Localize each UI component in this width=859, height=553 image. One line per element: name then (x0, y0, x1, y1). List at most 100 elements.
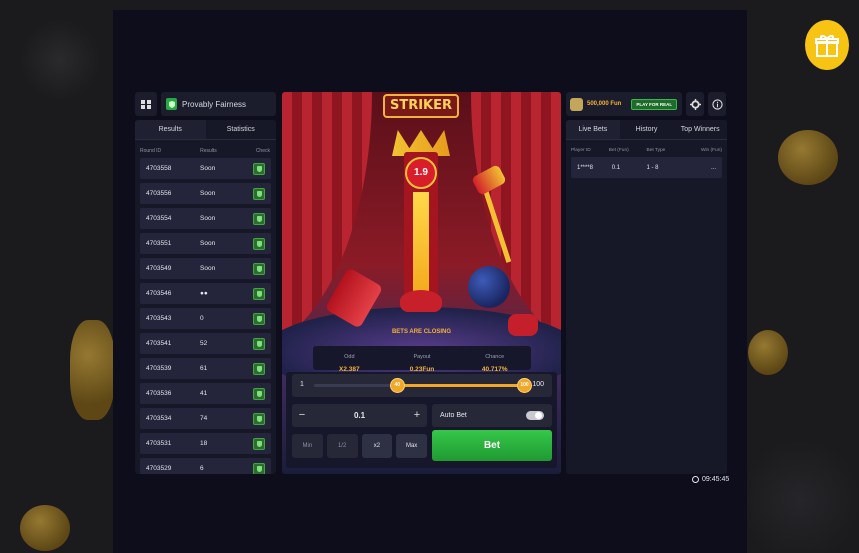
table-row: 4703558 Soon (140, 158, 271, 179)
bet-player: 1****8 (577, 164, 594, 171)
bet-row: 1****8 0.1 1 - 8 ... (571, 157, 722, 178)
odd-block: Odd X2.387 (313, 346, 386, 373)
auto-bet-label: Auto Bet (440, 412, 467, 419)
tab-live-bets[interactable]: Live Bets (566, 120, 620, 139)
table-row: 4703551 Soon (140, 233, 271, 254)
striker-logo: STRIKER (383, 94, 459, 118)
bet-status: BETS ARE CLOSING (391, 329, 452, 335)
round-id: 4703556 (146, 190, 172, 197)
clock-icon (692, 476, 699, 483)
results-panel: Results Statistics Round ID Results Chec… (135, 120, 276, 474)
round-result: 6 (200, 465, 204, 472)
quick-amount-buttons: Min 1/2 x2 Max (292, 434, 427, 458)
round-result: Soon (200, 190, 216, 197)
min-button[interactable]: Min (292, 434, 323, 458)
tab-history[interactable]: History (620, 120, 674, 139)
col-player-id: Player ID (571, 148, 591, 153)
check-icon[interactable] (253, 337, 265, 350)
table-row: 4703546 ●● (140, 283, 271, 304)
table-row: 4703529 6 (140, 458, 271, 474)
decor-coin (748, 330, 788, 375)
table-row: 4703543 0 (140, 308, 271, 329)
round-result: 52 (200, 340, 208, 347)
max-button[interactable]: Max (396, 434, 427, 458)
play-for-real-button[interactable]: PLAY FOR REAL (631, 98, 678, 110)
multiplier-display: 1.9 (405, 157, 437, 189)
check-icon[interactable] (253, 162, 265, 175)
check-icon[interactable] (253, 412, 265, 425)
col-win: Win (Fun) (700, 148, 722, 153)
range-min: 1 (300, 381, 304, 388)
check-icon[interactable] (253, 312, 265, 325)
bets-columns: Player ID Bet (Fun) Bet Type Win (Fun) (566, 140, 727, 157)
bets-tabs: Live Bets History Top Winners (566, 120, 727, 140)
tab-results[interactable]: Results (135, 120, 206, 139)
slider-knob-low[interactable]: 40 (389, 378, 405, 393)
check-icon[interactable] (253, 387, 265, 400)
round-result: 74 (200, 415, 208, 422)
check-icon[interactable] (253, 437, 265, 450)
left-header: Provably Fairness (135, 92, 276, 116)
table-row: 4703554 Soon (140, 208, 271, 229)
col-bet: Bet (Fun) (608, 148, 629, 153)
clock-time: 09:45:45 (702, 476, 730, 483)
check-icon[interactable] (253, 362, 265, 375)
check-icon[interactable] (253, 462, 265, 474)
results-tabs: Results Statistics (135, 120, 276, 140)
game-area: STRIKER 1.9 BETS ARE CLOSING Odd X2.387 … (282, 92, 561, 474)
decrease-button[interactable]: − (292, 404, 312, 427)
round-id: 4703529 (146, 465, 172, 472)
round-id: 4703554 (146, 215, 172, 222)
range-max: 100 (532, 381, 544, 388)
shield-icon (166, 98, 177, 110)
slider-knob-high[interactable]: 100 (517, 378, 532, 393)
auto-bet[interactable]: Auto Bet (432, 404, 552, 427)
table-row: 4703531 18 (140, 433, 271, 454)
round-result: 18 (200, 440, 208, 447)
bet-button[interactable]: Bet (432, 430, 552, 461)
check-icon[interactable] (253, 262, 265, 275)
info-icon[interactable] (708, 92, 726, 116)
tab-statistics[interactable]: Statistics (206, 120, 277, 139)
bet-amount-field: − 0.1 + (292, 404, 427, 427)
auto-bet-toggle[interactable] (526, 411, 544, 420)
right-header: 500,000 Fun PLAY FOR REAL (566, 92, 726, 116)
col-round-id: Round ID (140, 148, 162, 154)
check-icon[interactable] (253, 237, 265, 250)
slider-fill (396, 384, 524, 387)
round-id: 4703531 (146, 440, 172, 447)
fairness-label: Provably Fairness (182, 99, 247, 109)
half-button[interactable]: 1/2 (326, 434, 358, 458)
round-id: 4703536 (146, 390, 172, 397)
gear-icon[interactable] (686, 92, 704, 116)
table-row: 4703534 74 (140, 408, 271, 429)
range-slider[interactable]: 1 40 100 100 (292, 374, 552, 397)
bet-amount: 0.1 (611, 164, 621, 171)
chance-block: Chance 40.717% (458, 346, 531, 373)
slider-track[interactable]: 40 100 (314, 378, 532, 393)
check-icon[interactable] (253, 287, 265, 300)
check-icon[interactable] (253, 187, 265, 200)
decor-coin (20, 505, 70, 551)
increase-button[interactable]: + (407, 404, 427, 427)
round-result: 41 (200, 390, 208, 397)
round-id: 4703543 (146, 315, 172, 322)
tab-top-winners[interactable]: Top Winners (673, 120, 727, 139)
check-icon[interactable] (253, 212, 265, 225)
bet-win: ... (710, 164, 716, 171)
results-columns: Round ID Results Check (135, 140, 276, 158)
decor-coin (778, 130, 838, 185)
wallet: 500,000 Fun PLAY FOR REAL (566, 92, 682, 116)
round-id: 4703558 (146, 165, 172, 172)
gift-icon[interactable] (805, 20, 849, 70)
round-result: Soon (200, 215, 216, 222)
round-id: 4703539 (146, 365, 172, 372)
provably-fairness-button[interactable]: Provably Fairness (161, 92, 276, 116)
round-id: 4703549 (146, 265, 172, 272)
round-id: 4703534 (146, 415, 172, 422)
double-button[interactable]: x2 (361, 434, 393, 458)
bet-amount-input[interactable]: 0.1 (312, 411, 407, 420)
menu-grid-icon[interactable] (135, 92, 157, 116)
round-id: 4703551 (146, 240, 172, 247)
col-check: Check (255, 148, 270, 154)
